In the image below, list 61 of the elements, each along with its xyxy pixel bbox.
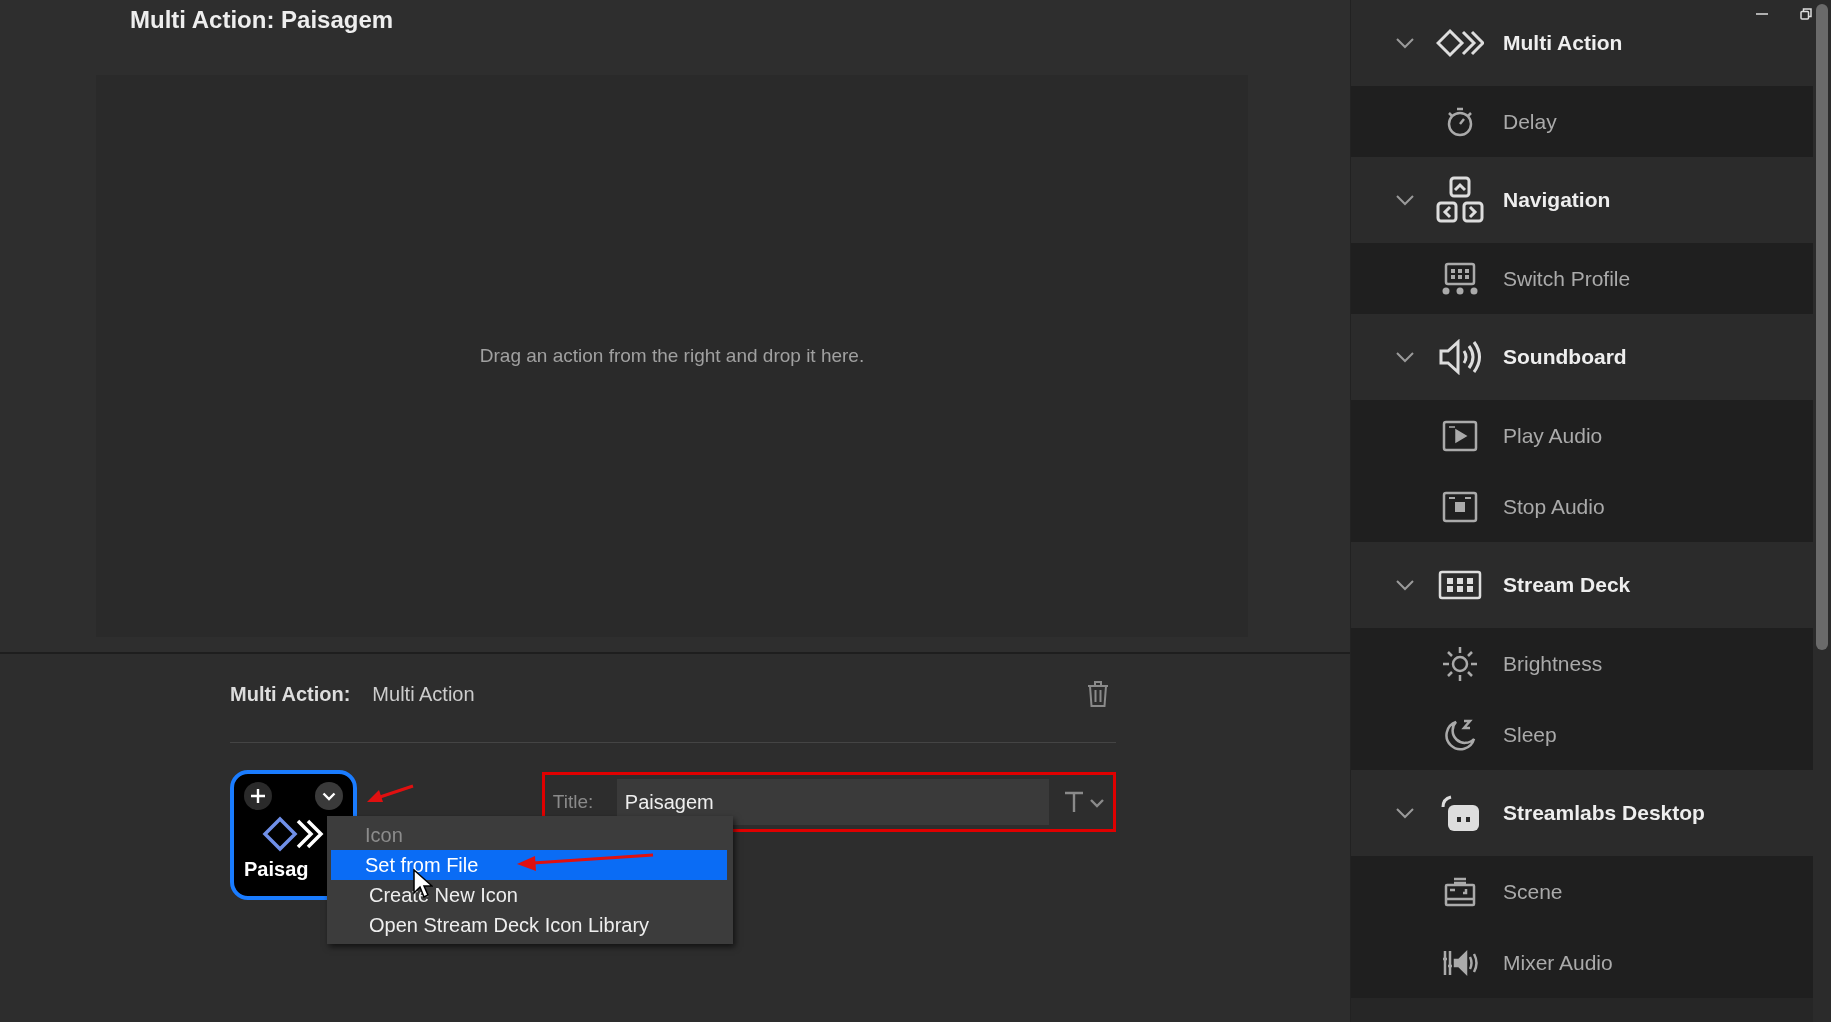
stop-icon [1442, 490, 1478, 523]
chevron-icon[interactable] [1395, 37, 1415, 49]
action-title: Scene [1503, 879, 1563, 904]
category-title: Streamlabs Desktop [1503, 801, 1705, 825]
profile-grid-icon [1441, 261, 1479, 296]
action-label: Multi Action: [230, 682, 351, 706]
action-title: Stop Audio [1503, 494, 1605, 519]
action-value: Multi Action [372, 682, 475, 706]
moon-icon [1443, 717, 1477, 752]
category-header[interactable]: Streamlabs Desktop [1351, 770, 1813, 856]
menu-item[interactable]: Set from File [331, 850, 727, 880]
restore-icon[interactable] [1800, 8, 1812, 20]
category-header[interactable]: Multi Action [1351, 0, 1813, 86]
action-title: Switch Profile [1503, 266, 1631, 291]
text-style-icon[interactable] [1063, 790, 1105, 814]
category-title: Soundboard [1503, 345, 1627, 369]
category-header[interactable]: Soundboard [1351, 314, 1813, 400]
scene-icon [1444, 875, 1476, 908]
category-title: Navigation [1503, 188, 1611, 212]
action-item[interactable]: Stop Audio [1351, 471, 1813, 542]
key-caption: Paisag [244, 858, 310, 881]
title-label: Title: [552, 791, 595, 813]
add-icon[interactable] [244, 782, 272, 810]
multi-action-icon [1436, 28, 1484, 58]
action-item[interactable]: Switch Profile [1351, 243, 1813, 314]
dropdown-icon[interactable] [314, 782, 343, 810]
action-title: Mixer Audio [1503, 950, 1613, 975]
chevron-icon[interactable] [1395, 194, 1415, 206]
keypad-icon [1438, 570, 1482, 600]
robot-face-icon [1439, 793, 1481, 833]
action-item[interactable]: Scene [1351, 856, 1813, 927]
multi-action-icon [262, 816, 325, 852]
action-item[interactable]: Play Audio [1351, 400, 1813, 471]
drop-hint: Drag an action from the right and drop it here. [479, 345, 865, 367]
play-icon [1442, 419, 1478, 452]
stopwatch-icon [1445, 105, 1475, 138]
menu-heading: Icon [364, 823, 404, 848]
action-title: Sleep [1503, 722, 1557, 747]
action-item[interactable]: Delay [1351, 86, 1813, 157]
action-item[interactable]: Sleep [1351, 699, 1813, 770]
category-title: Stream Deck [1503, 573, 1631, 597]
mixer-icon [1441, 948, 1479, 977]
sun-icon [1442, 645, 1478, 682]
action-title: Brightness [1503, 651, 1603, 676]
menu-item[interactable]: Open Stream Deck Icon Library [331, 910, 727, 940]
title-field[interactable]: Paisagem [616, 779, 1049, 825]
editor-title: Multi Action: Paisagem [130, 6, 394, 34]
action-title: Play Audio [1503, 423, 1603, 448]
speaker-icon [1438, 339, 1482, 375]
action-item[interactable]: Brightness [1351, 628, 1813, 699]
chevron-icon[interactable] [1395, 351, 1415, 363]
category-header[interactable]: Navigation [1351, 157, 1813, 243]
arrow-keys-icon [1436, 176, 1484, 224]
action-item[interactable]: Mixer Audio [1351, 927, 1813, 998]
action-title: Delay [1503, 109, 1557, 134]
category-header[interactable]: Stream Deck [1351, 542, 1813, 628]
delete-icon[interactable] [1086, 680, 1110, 708]
chevron-icon[interactable] [1395, 807, 1415, 819]
chevron-icon[interactable] [1395, 579, 1415, 591]
minimize-icon[interactable] [1756, 12, 1768, 16]
category-title: Multi Action [1503, 31, 1623, 55]
